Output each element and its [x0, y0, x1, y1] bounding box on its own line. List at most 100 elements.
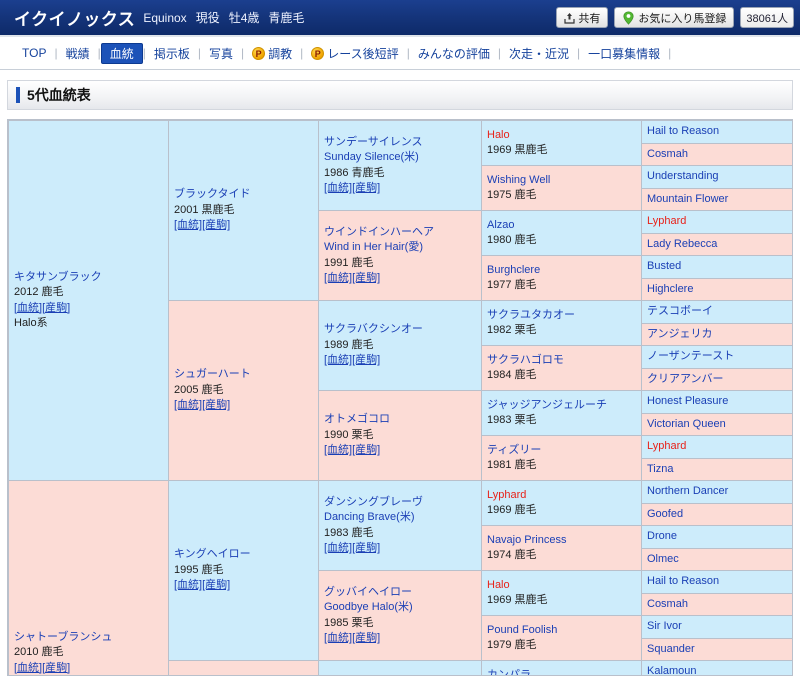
- offspring-link[interactable]: [産駒]: [352, 272, 380, 284]
- horse-name[interactable]: Highclere: [647, 283, 693, 295]
- horse-name[interactable]: サクラハゴロモ: [487, 353, 636, 369]
- pedigree-cell-gen2[interactable]: ブランシェリー1998 鹿毛[血統][産駒]: [168, 660, 319, 675]
- horse-name-ja[interactable]: ダンシングブレーヴ: [324, 495, 476, 511]
- add-favorite-button[interactable]: お気に入り馬登録: [614, 7, 735, 28]
- pedigree-link[interactable]: [血統]: [14, 302, 42, 314]
- horse-name[interactable]: Lyphard: [647, 215, 686, 227]
- nav-item-1[interactable]: 戦績: [58, 43, 98, 64]
- pedigree-cell-gen3[interactable]: オトメゴコロ 1990 栗毛 [血統][産駒]: [318, 390, 482, 481]
- pedigree-cell-gen5[interactable]: Cosmah: [641, 592, 792, 616]
- pedigree-link[interactable]: [血統]: [324, 354, 352, 366]
- horse-links[interactable]: [血統][産駒]: [174, 398, 313, 414]
- pedigree-link[interactable]: [血統]: [174, 219, 202, 231]
- pedigree-cell-gen5[interactable]: Honest Pleasure: [641, 390, 792, 414]
- horse-name[interactable]: Understanding: [647, 170, 719, 182]
- horse-name-ja[interactable]: シュガーハート: [174, 367, 313, 383]
- pedigree-cell-gen5[interactable]: Lady Rebecca: [641, 232, 792, 256]
- horse-name-en[interactable]: Dancing Brave(米): [324, 510, 476, 526]
- horse-name[interactable]: ティズリー: [487, 443, 636, 459]
- horse-name[interactable]: Lyphard: [487, 488, 636, 504]
- horse-name[interactable]: ジャッジアンジェルーチ: [487, 398, 636, 414]
- horse-links[interactable]: [血統][産駒]: [324, 181, 476, 197]
- pedigree-cell-gen4[interactable]: Lyphard 1969 鹿毛: [481, 480, 642, 526]
- pedigree-link[interactable]: [血統]: [324, 632, 352, 644]
- horse-name-ja[interactable]: サクラバクシンオー: [324, 322, 476, 338]
- pedigree-cell-gen1[interactable]: キタサンブラック 2012 鹿毛 [血統][産駒] Halo系: [8, 120, 169, 481]
- horse-name[interactable]: Cosmah: [647, 148, 688, 160]
- horse-name[interactable]: Cosmah: [647, 598, 688, 610]
- horse-name-ja[interactable]: シャトーブランシュ: [14, 630, 163, 646]
- pedigree-cell-gen5[interactable]: Lyphard: [641, 210, 792, 234]
- horse-name-ja[interactable]: オトメゴコロ: [324, 412, 476, 428]
- pedigree-cell-gen4[interactable]: Burghclere 1977 鹿毛: [481, 255, 642, 301]
- horse-name[interactable]: Alzao: [487, 218, 636, 234]
- pedigree-cell-gen5[interactable]: Understanding: [641, 165, 792, 189]
- pedigree-cell-gen5[interactable]: Kalamoun: [641, 660, 792, 675]
- pedigree-cell-gen2[interactable]: シュガーハート 2005 鹿毛 [血統][産駒]: [168, 300, 319, 481]
- horse-name[interactable]: Busted: [647, 260, 681, 272]
- pedigree-cell-gen4[interactable]: Halo 1969 黒鹿毛: [481, 570, 642, 616]
- pedigree-cell-gen5[interactable]: Drone: [641, 525, 792, 549]
- horse-name[interactable]: Tizna: [647, 463, 674, 475]
- horse-name-ja[interactable]: サンデーサイレンス: [324, 135, 476, 151]
- pedigree-cell-gen4[interactable]: Halo 1969 黒鹿毛: [481, 120, 642, 166]
- horse-name[interactable]: サクラユタカオー: [487, 308, 636, 324]
- horse-links[interactable]: [血統][産駒]: [14, 301, 163, 317]
- horse-name[interactable]: カンパラ: [487, 668, 636, 676]
- horse-name[interactable]: アンジェリカ: [647, 328, 713, 340]
- pedigree-cell-gen4[interactable]: ジャッジアンジェルーチ 1983 栗毛: [481, 390, 642, 436]
- horse-name[interactable]: Halo: [487, 128, 636, 144]
- nav-item-0[interactable]: TOP: [14, 44, 54, 62]
- pedigree-cell-gen4[interactable]: Pound Foolish 1979 鹿毛: [481, 615, 642, 661]
- horse-name[interactable]: Drone: [647, 530, 677, 542]
- pedigree-cell-gen3[interactable]: グッバイヘイロー Goodbye Halo(米) 1985 栗毛 [血統][産駒]: [318, 570, 482, 661]
- horse-links[interactable]: [血統][産駒]: [14, 661, 163, 676]
- pedigree-link[interactable]: [血統]: [324, 444, 352, 456]
- nav-item-5[interactable]: P 調教: [244, 43, 300, 64]
- offspring-link[interactable]: [産駒]: [352, 542, 380, 554]
- pedigree-cell-gen3[interactable]: トニービンTony Bin(愛)1983 鹿毛[血統][産駒]: [318, 660, 482, 676]
- nav-item-2[interactable]: 血統: [100, 42, 143, 64]
- pedigree-cell-gen2[interactable]: ブラックタイド 2001 黒鹿毛 [血統][産駒]: [168, 120, 319, 301]
- pedigree-cell-gen3[interactable]: サンデーサイレンス Sunday Silence(米) 1986 青鹿毛 [血統][産…: [318, 120, 482, 211]
- pedigree-cell-gen3[interactable]: ウインドインハーヘア Wind in Her Hair(愛) 1991 鹿毛 [血統]…: [318, 210, 482, 301]
- horse-name[interactable]: Wishing Well: [487, 173, 636, 189]
- pedigree-cell-gen5[interactable]: Busted: [641, 255, 792, 279]
- pedigree-cell-gen1[interactable]: シャトーブランシュ2010 鹿毛[血統][産駒]FNo.[16-b]: [8, 480, 169, 676]
- horse-name[interactable]: テスコボーイ: [647, 305, 713, 317]
- horse-name[interactable]: Mountain Flower: [647, 193, 728, 205]
- horse-name[interactable]: Honest Pleasure: [647, 395, 728, 407]
- offspring-link[interactable]: [産駒]: [42, 662, 70, 674]
- pedigree-link[interactable]: [血統]: [324, 182, 352, 194]
- offspring-link[interactable]: [産駒]: [202, 399, 230, 411]
- offspring-link[interactable]: [産駒]: [42, 302, 70, 314]
- pedigree-cell-gen5[interactable]: Hail to Reason: [641, 570, 792, 594]
- horse-links[interactable]: [血統][産駒]: [174, 218, 313, 234]
- horse-name[interactable]: Halo: [487, 578, 636, 594]
- horse-name-ja[interactable]: トニービン: [324, 675, 476, 676]
- pedigree-cell-gen4[interactable]: カンパラ1976 黒鹿毛: [481, 660, 642, 676]
- horse-name[interactable]: クリアアンバー: [647, 373, 724, 385]
- nav-item-9[interactable]: 一口募集情報: [580, 43, 668, 64]
- offspring-link[interactable]: [産駒]: [352, 632, 380, 644]
- horse-links[interactable]: [血統][産駒]: [174, 578, 313, 594]
- nav-item-8[interactable]: 次走・近況: [501, 43, 577, 64]
- pedigree-cell-gen2[interactable]: キングヘイロー 1995 鹿毛 [血統][産駒]: [168, 480, 319, 661]
- horse-name-ja[interactable]: ブラックタイド: [174, 187, 313, 203]
- pedigree-cell-gen4[interactable]: ティズリー 1981 鹿毛: [481, 435, 642, 481]
- pedigree-cell-gen5[interactable]: Northern Dancer: [641, 480, 792, 504]
- horse-links[interactable]: [血統][産駒]: [324, 631, 476, 647]
- horse-name[interactable]: Lyphard: [647, 440, 686, 452]
- horse-name[interactable]: Hail to Reason: [647, 125, 719, 137]
- pedigree-cell-gen4[interactable]: Navajo Princess 1974 鹿毛: [481, 525, 642, 571]
- pedigree-cell-gen5[interactable]: Highclere: [641, 277, 792, 301]
- horse-name[interactable]: Burghclere: [487, 263, 636, 279]
- pedigree-cell-gen5[interactable]: アンジェリカ: [641, 322, 792, 346]
- pedigree-cell-gen5[interactable]: Olmec: [641, 547, 792, 571]
- share-button[interactable]: 共有: [556, 7, 609, 28]
- horse-name-en[interactable]: Wind in Her Hair(愛): [324, 240, 476, 256]
- pedigree-cell-gen5[interactable]: Sir Ivor: [641, 615, 792, 639]
- horse-name[interactable]: ノーザンテースト: [647, 350, 734, 362]
- horse-name[interactable]: Hail to Reason: [647, 575, 719, 587]
- horse-name-ja[interactable]: キングヘイロー: [174, 547, 313, 563]
